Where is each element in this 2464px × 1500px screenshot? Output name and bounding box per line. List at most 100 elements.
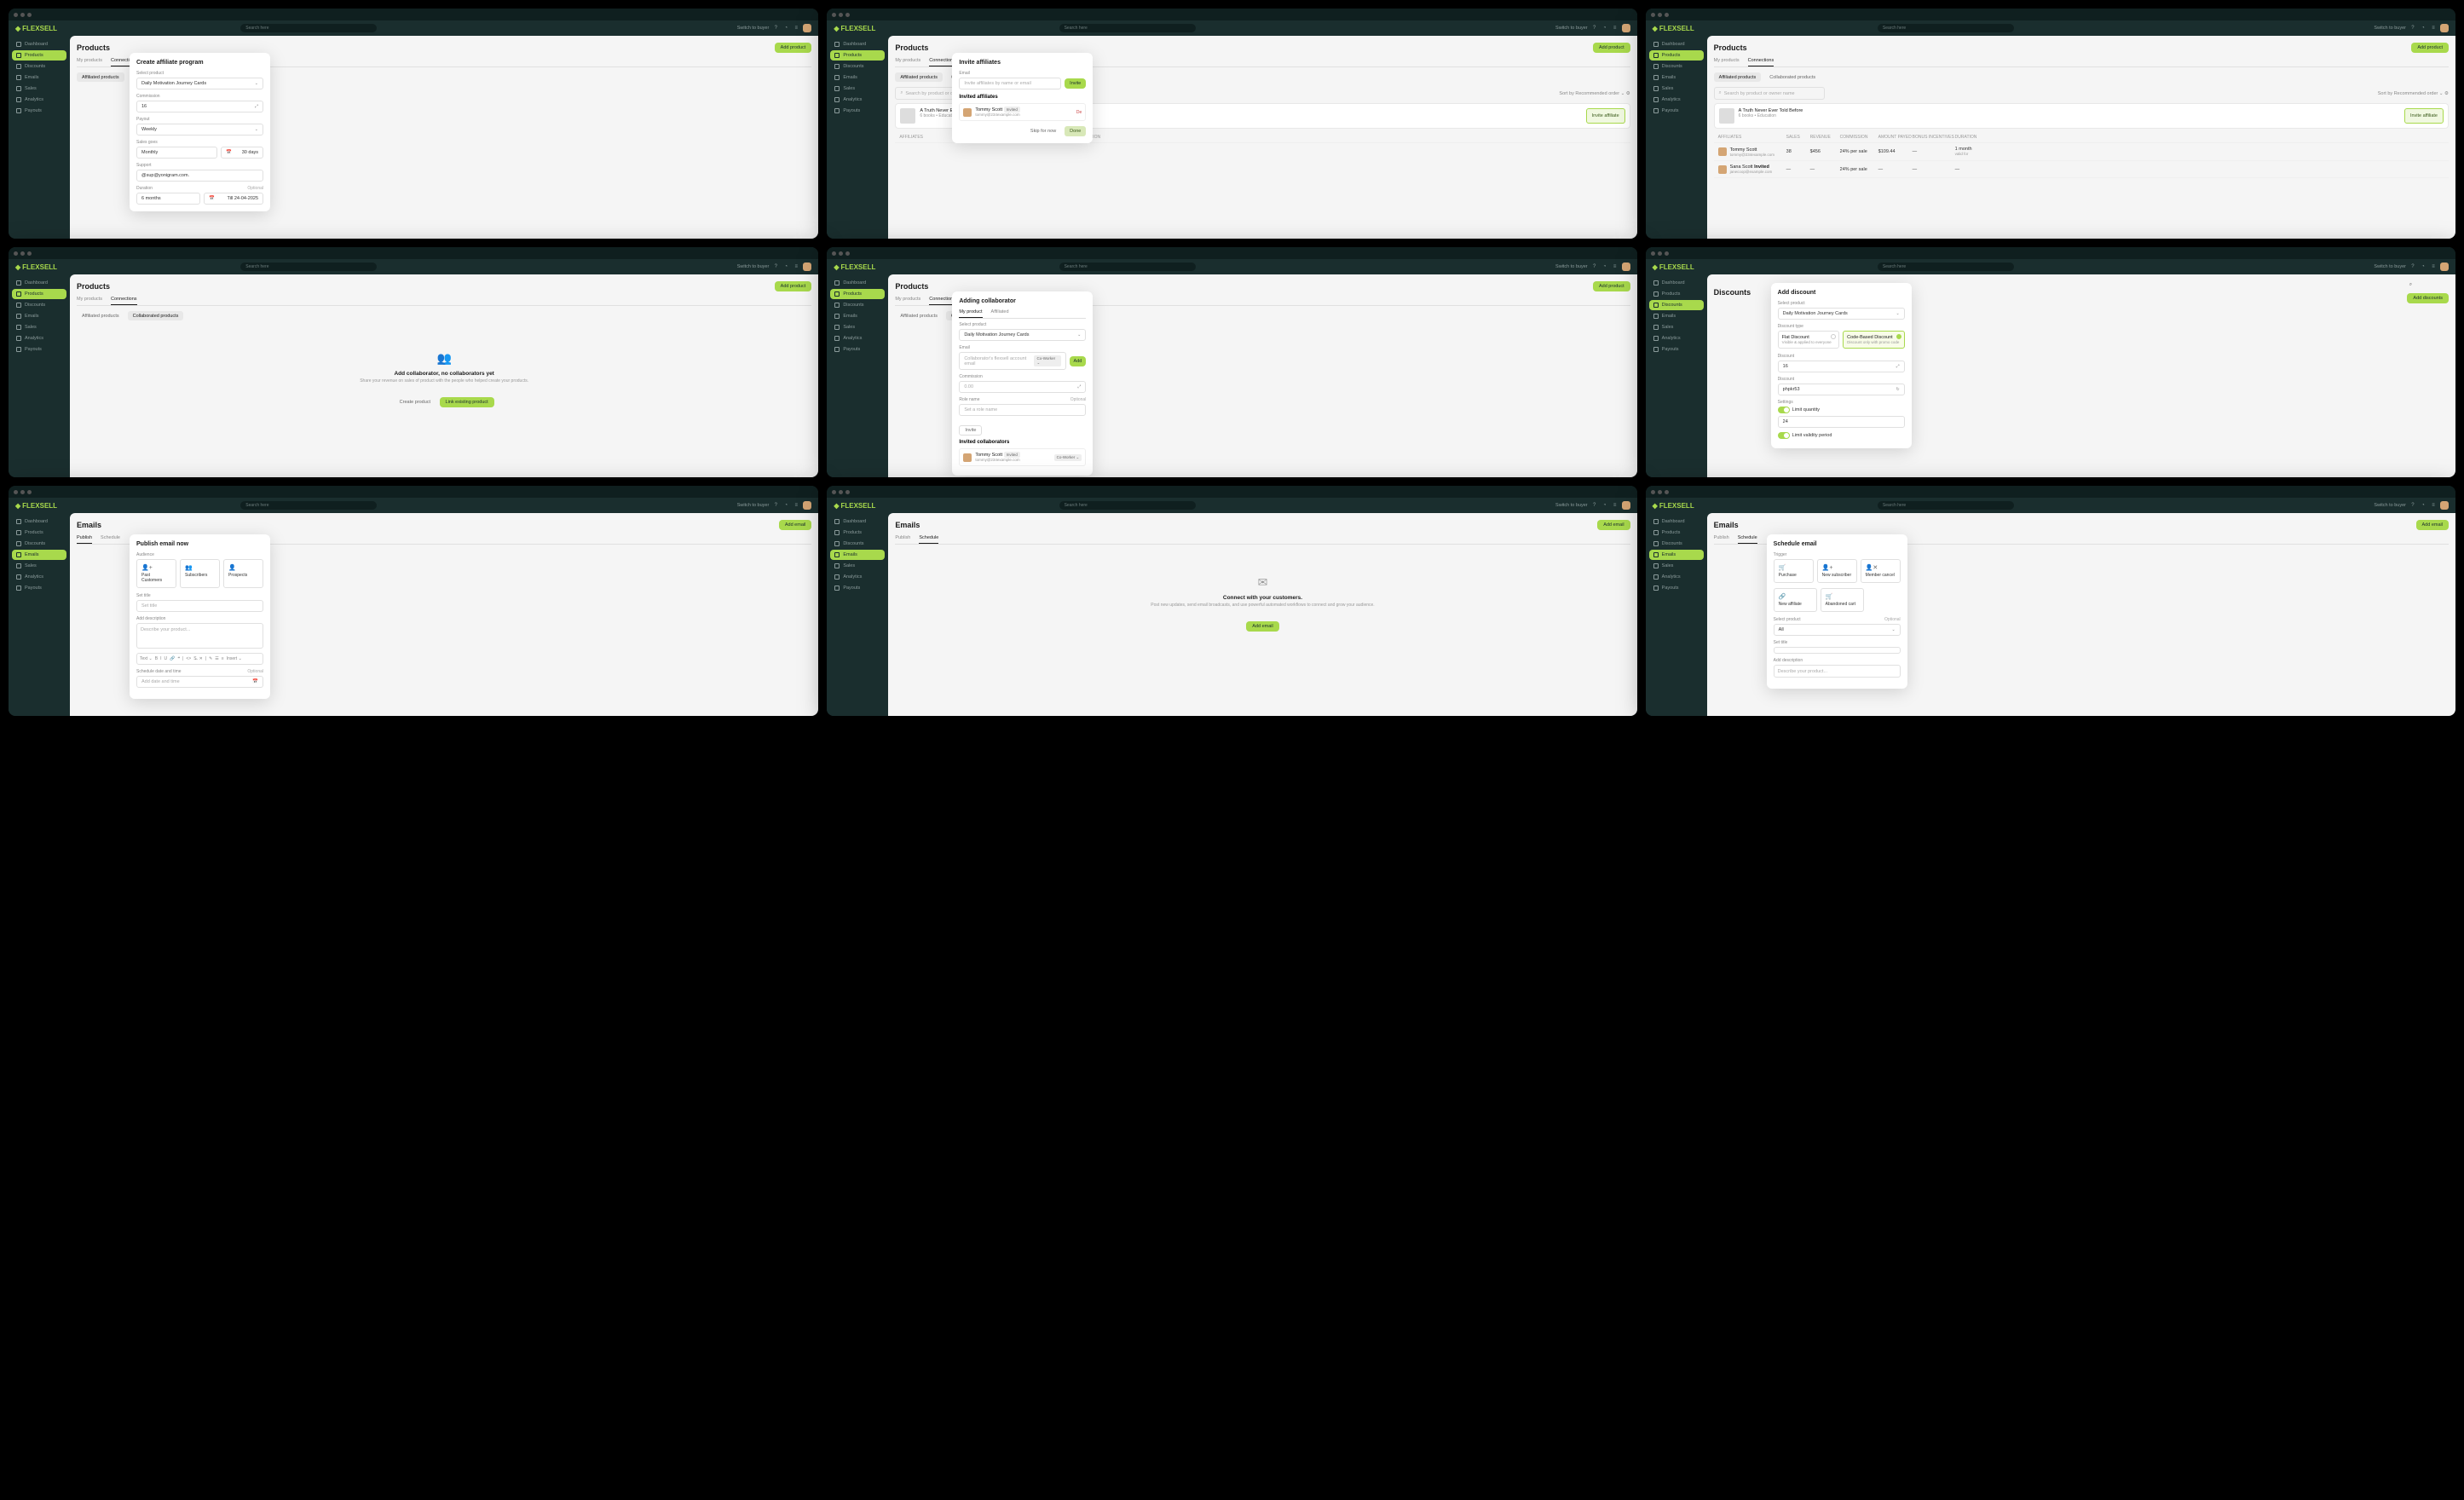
menu-icon[interactable]: ≡ [1612,263,1619,270]
rich-text-toolbar[interactable]: Text ⌄BIU🔗❝|<>S̶✕|✎☰≡Insert ⌄ [136,653,263,665]
sidebar-item-sales[interactable]: Sales [1649,84,1704,94]
commission-input[interactable]: 0.00⤢ [959,381,1086,393]
sidebar-item-discounts[interactable]: Discounts [12,61,66,72]
sidebar-item-dashboard[interactable]: Dashboard [12,516,66,527]
duration-input[interactable]: 6 months [136,193,200,205]
help-icon[interactable]: ? [2409,25,2416,32]
avatar[interactable] [803,24,811,32]
sidebar-item-sales[interactable]: Sales [1649,561,1704,571]
sidebar-item-discounts[interactable]: Discounts [1649,539,1704,549]
underline-icon[interactable]: U [164,656,168,661]
limit-quantity-toggle[interactable] [1778,407,1790,413]
sidebar-item-sales[interactable]: Sales [1649,322,1704,332]
switch-buyer-link[interactable]: Switch to buyer [1555,503,1588,508]
notifications-icon[interactable]: ◔ [782,263,789,270]
insert-dropdown[interactable]: Insert ⌄ [227,656,242,661]
subtab-affiliated[interactable]: Affiliated products [895,311,943,320]
menu-icon[interactable]: ≡ [2430,25,2437,32]
invite-affiliate-button[interactable]: Invite affiliate [1586,108,1625,124]
trigger-member-cancel[interactable]: 👤✕Member cancel [1861,559,1901,583]
align-icon[interactable]: ≡ [222,656,224,661]
avatar[interactable] [1622,262,1630,271]
commission-input[interactable]: 16⤢ [136,101,263,112]
switch-buyer-link[interactable]: Switch to buyer [1555,26,1588,31]
sidebar-item-emails[interactable]: Emails [12,311,66,321]
product-card[interactable]: A Truth Never Ever Told Before6 books • … [1714,103,2449,129]
quote-icon[interactable]: ❝ [177,656,180,661]
product-select[interactable]: Daily Motivation Journey Cards⌄ [959,329,1086,341]
menu-icon[interactable]: ≡ [793,263,799,270]
add-email-button[interactable]: Add email [1597,520,1630,530]
help-icon[interactable]: ? [772,25,779,32]
notifications-icon[interactable]: ◔ [2420,502,2426,509]
tab-my-products[interactable]: My products [895,297,920,305]
switch-buyer-link[interactable]: Switch to buyer [737,264,770,269]
add-email-button[interactable]: Add email [779,520,811,530]
search-input[interactable]: Search here [1878,24,2014,32]
sidebar-item-analytics[interactable]: Analytics [830,95,885,105]
sidebar-item-sales[interactable]: Sales [12,561,66,571]
sidebar-item-payouts[interactable]: Payouts [12,583,66,593]
title-input[interactable]: Set title [136,600,263,612]
datetime-input[interactable]: Add date and time📅 [136,676,263,688]
audience-past-customers[interactable]: 👤+Past Customers [136,559,176,588]
sidebar-item-payouts[interactable]: Payouts [1649,106,1704,116]
bold-icon[interactable]: B [155,656,158,661]
sidebar-item-payouts[interactable]: Payouts [12,106,66,116]
sidebar-item-payouts[interactable]: Payouts [12,344,66,355]
avatar[interactable] [2440,262,2449,271]
tab-my-products[interactable]: My products [77,297,102,305]
flat-discount-option[interactable]: Flat DiscountVisible & applied to everyo… [1778,331,1840,349]
code-input[interactable]: phpkr53↻ [1778,384,1905,395]
code-discount-option[interactable]: Code-Based DiscountDiscount only with pr… [1843,331,1905,349]
sidebar-item-sales[interactable]: Sales [12,322,66,332]
sidebar-item-emails[interactable]: Emails [12,550,66,560]
avatar[interactable] [803,262,811,271]
sidebar-item-sales[interactable]: Sales [830,322,885,332]
sidebar-item-payouts[interactable]: Payouts [1649,344,1704,355]
tab-my-product[interactable]: My product [959,309,982,318]
notifications-icon[interactable]: ◔ [782,502,789,509]
notifications-icon[interactable]: ◔ [2420,263,2426,270]
sidebar-item-emails[interactable]: Emails [830,550,885,560]
coworker-badge[interactable]: Co-Worker ⌄ [1054,454,1082,461]
avatar[interactable] [2440,24,2449,32]
trigger-new-subscriber[interactable]: 👤+New subscriber [1817,559,1857,583]
search-input[interactable]: Search here [1878,501,2014,510]
tab-schedule[interactable]: Schedule [101,535,120,544]
sidebar-item-dashboard[interactable]: Dashboard [12,278,66,288]
add-product-button[interactable]: Add product [775,43,812,53]
audience-subscribers[interactable]: 👥Subscribers [180,559,220,588]
tab-my-products[interactable]: My products [77,58,102,66]
invite-button[interactable]: Invite [959,425,982,436]
subtab-collab[interactable]: Collaborated products [128,311,184,320]
help-icon[interactable]: ? [772,263,779,270]
invite-button[interactable]: Invite [1065,78,1086,89]
tab-affiliated[interactable]: Affiliated [991,309,1009,318]
code-icon[interactable]: <> [186,656,191,661]
subtab-affiliated[interactable]: Affiliated products [1714,72,1762,82]
sidebar-item-discounts[interactable]: Discounts [1649,300,1704,310]
tab-connections[interactable]: Connections [1748,58,1774,66]
email-input[interactable]: Invite affiliates by name or email [959,78,1061,89]
days-input[interactable]: 📅30 days [221,147,263,159]
quantity-input[interactable]: 24 [1778,416,1905,428]
audience-prospects[interactable]: 👤Prospects [223,559,263,588]
create-product-button[interactable]: Create product [395,397,436,407]
trigger-abandoned-cart[interactable]: 🛒Abandoned cart [1821,588,1864,612]
discount-input[interactable]: 16⤢ [1778,361,1905,372]
sidebar-item-dashboard[interactable]: Dashboard [830,516,885,527]
search-input[interactable]: Search here [1059,501,1196,510]
link-icon[interactable]: 🔗 [170,656,175,661]
sidebar-item-payouts[interactable]: Payouts [830,344,885,355]
menu-icon[interactable]: ≡ [793,502,799,509]
subtab-affiliated[interactable]: Affiliated products [77,311,124,320]
sidebar-item-analytics[interactable]: Analytics [12,333,66,343]
highlight-icon[interactable]: ✎ [209,656,212,661]
sidebar-item-analytics[interactable]: Analytics [12,572,66,582]
product-search[interactable]: ⌕Search by product or owner name [1714,87,1825,100]
sidebar-item-products[interactable]: Products [830,528,885,538]
avatar[interactable] [2440,501,2449,510]
add-discounts-button[interactable]: Add discounts [2407,293,2449,303]
invite-affiliate-button[interactable]: Invite affiliate [2404,108,2444,124]
